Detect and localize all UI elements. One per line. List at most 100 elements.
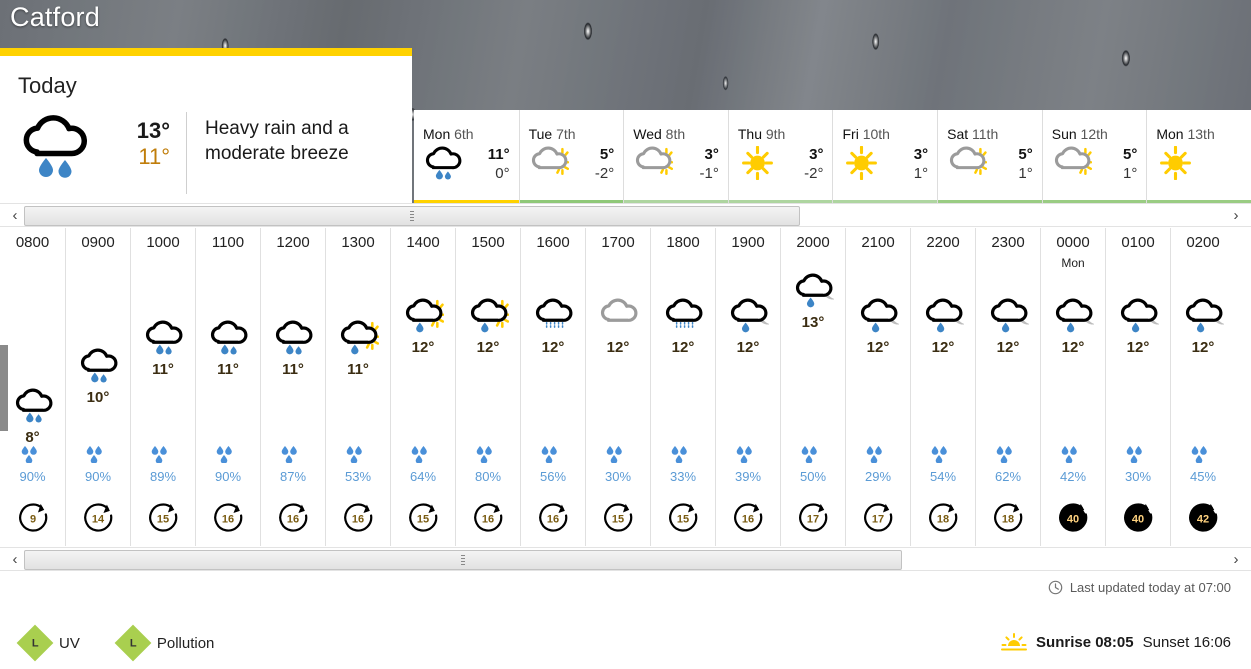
hour-precipitation: 50% [781,446,845,484]
day-tab-sat-11th[interactable]: Sat 11th 5° 1° [937,110,1042,208]
hour-column-2200[interactable]: 2200 12° 54% 18 [910,228,975,546]
svg-text:40: 40 [1067,514,1079,526]
hourly-scrollbar-bottom[interactable]: ‹ › [0,547,1251,571]
hour-precip-value: 50% [799,469,827,484]
wind-dial-icon: 18 [929,503,958,532]
raindrops-icon [671,446,687,464]
hour-time-label: 2300 [991,234,1025,251]
sunny-icon [741,145,773,181]
hour-column-1800[interactable]: 1800 12° 33% 15 [650,228,715,546]
hour-temperature: 12° [866,339,890,356]
day-tab-fri-10th[interactable]: Fri 10th 3° 1° [832,110,938,208]
hour-precip-value: 39% [734,469,762,484]
hour-column-1100[interactable]: 1100 11° 90% 16 [195,228,260,546]
light-rain-night-icon [990,298,1031,333]
hour-weather-slot: 12° [391,298,455,356]
hour-weather-slot: 10° [66,348,130,406]
hour-column-0900[interactable]: 0900 10° 90% 14 [65,228,130,546]
scrollbar-track[interactable] [24,550,1227,570]
hour-day-label: Mon [1061,256,1085,270]
drizzle-icon [665,298,703,330]
hour-column-1400[interactable]: 1400 12° 64% 15 [390,228,455,546]
svg-text:15: 15 [417,514,429,526]
legend[interactable]: L UV L Pollution [16,624,214,662]
day-tab-high: 5° [599,146,615,163]
sunny-icon [1160,145,1192,181]
day-tab-high: 11° [487,146,510,163]
hour-column-1300[interactable]: 1300 11° 53% 16 [325,228,390,546]
day-tab-mon-6th[interactable]: Mon 6th 11° 0° [414,110,519,208]
hour-time-label: 0200 [1186,234,1220,251]
wind-dial-icon: 17 [799,503,828,532]
day-tab-tue-7th[interactable]: Tue 7th 5° -2° [518,110,624,208]
day-tab-high: 5° [1123,146,1138,163]
hour-column-2300[interactable]: 2300 12° 62% 18 [975,228,1040,546]
hour-column-1000[interactable]: 1000 11° 89% 15 [130,228,195,546]
hour-wind: 40 [1041,500,1105,532]
today-description: Heavy rain and a moderate breeze [205,118,349,165]
wind-dial-icon: 16 [214,503,243,532]
hour-column-0100[interactable]: 0100 12° 30% 40 [1105,228,1170,546]
hour-column-2100[interactable]: 2100 12° 29% 17 [845,228,910,546]
hour-weather-slot: 12° [976,298,1040,356]
hour-column-1900[interactable]: 1900 12° 39% 16 [715,228,780,546]
day-tab-temps: 3° -1° [700,146,719,184]
hour-weather-slot: 11° [196,320,260,378]
hour-precip-value: 90% [84,469,112,484]
hour-column-1500[interactable]: 1500 12° 80% 16 [455,228,520,546]
legend-item-pollution[interactable]: L Pollution [114,624,214,662]
day-tab-wed-8th[interactable]: Wed 8th 3° -1° [623,110,728,208]
scroll-right-icon[interactable]: › [1227,206,1245,226]
hour-precip-value: 90% [214,469,242,484]
raindrops-icon [606,446,622,464]
wind-dial-icon: 15 [669,503,698,532]
wind-dial-icon: 16 [279,503,308,532]
scroll-left-icon[interactable]: ‹ [6,550,24,570]
hour-precip-value: 53% [344,469,372,484]
hour-precip-value: 80% [474,469,502,484]
heavy-rain-icon [0,108,108,180]
scroll-right-icon[interactable]: › [1227,550,1245,570]
day-tab-mon-13th[interactable]: Mon 13th [1146,110,1251,208]
hour-column-1200[interactable]: 1200 11° 87% 16 [260,228,325,546]
hour-column-0800[interactable]: 0800 8° 90% 9 [0,228,65,546]
last-updated: Last updated today at 07:00 [1048,580,1231,595]
hour-wind: 16 [261,500,325,532]
svg-text:16: 16 [287,514,299,526]
scrollbar-track[interactable] [24,206,1227,226]
svg-text:16: 16 [352,514,364,526]
hour-column-0000[interactable]: 0000 Mon 12° 42% 40 [1040,228,1105,546]
hour-column-2000[interactable]: 2000 13° 50% 17 [780,228,845,546]
hourly-forecast-grid[interactable]: 0800 8° 90% 9 0900 10° 90% 14 1000 11° 8… [0,228,1251,546]
hour-time-label: 0900 [81,234,115,251]
wind-dial-icon: 14 [84,503,113,532]
scroll-left-icon[interactable]: ‹ [6,206,24,226]
clock-icon [1048,580,1063,595]
day-tab-thu-9th[interactable]: Thu 9th 3° -2° [727,110,833,208]
legend-item-uv[interactable]: L UV [16,624,80,662]
hour-column-1600[interactable]: 1600 12° 56% 16 [520,228,585,546]
hour-precipitation: 90% [196,446,260,484]
hour-wind: 16 [456,500,520,532]
raindrops-icon [86,446,102,464]
scrollbar-thumb[interactable] [24,206,800,226]
day-tabs-strip[interactable]: Mon 6th 11° 0° Tue 7th 5° -2° Wed 8th 3°… [414,110,1251,208]
svg-text:15: 15 [677,514,689,526]
hour-column-1700[interactable]: 1700 12° 30% 15 [585,228,650,546]
hour-column-0200[interactable]: 0200 12° 45% 42 [1170,228,1235,546]
scrollbar-thumb[interactable] [24,550,903,570]
hour-wind: 17 [781,500,845,532]
day-tab-low: -2° [804,164,824,182]
hourly-scrollbar-top[interactable]: ‹ › [0,203,1251,227]
hour-wind: 16 [521,500,585,532]
svg-text:15: 15 [157,514,169,526]
day-tab-sun-12th[interactable]: Sun 12th 5° 1° [1041,110,1147,208]
day-tab-low: -2° [594,164,615,182]
sun-times: Sunrise 08:05 Sunset 16:06 [1001,632,1231,652]
day-tab-high: 3° [809,146,824,163]
hour-wind: 18 [911,500,975,532]
svg-text:14: 14 [92,514,105,526]
last-updated-text: Last updated today at 07:00 [1069,580,1231,595]
svg-text:42: 42 [1197,514,1209,526]
today-summary-panel[interactable]: Today 13° 11° Heavy rain and a moderate … [0,48,412,203]
